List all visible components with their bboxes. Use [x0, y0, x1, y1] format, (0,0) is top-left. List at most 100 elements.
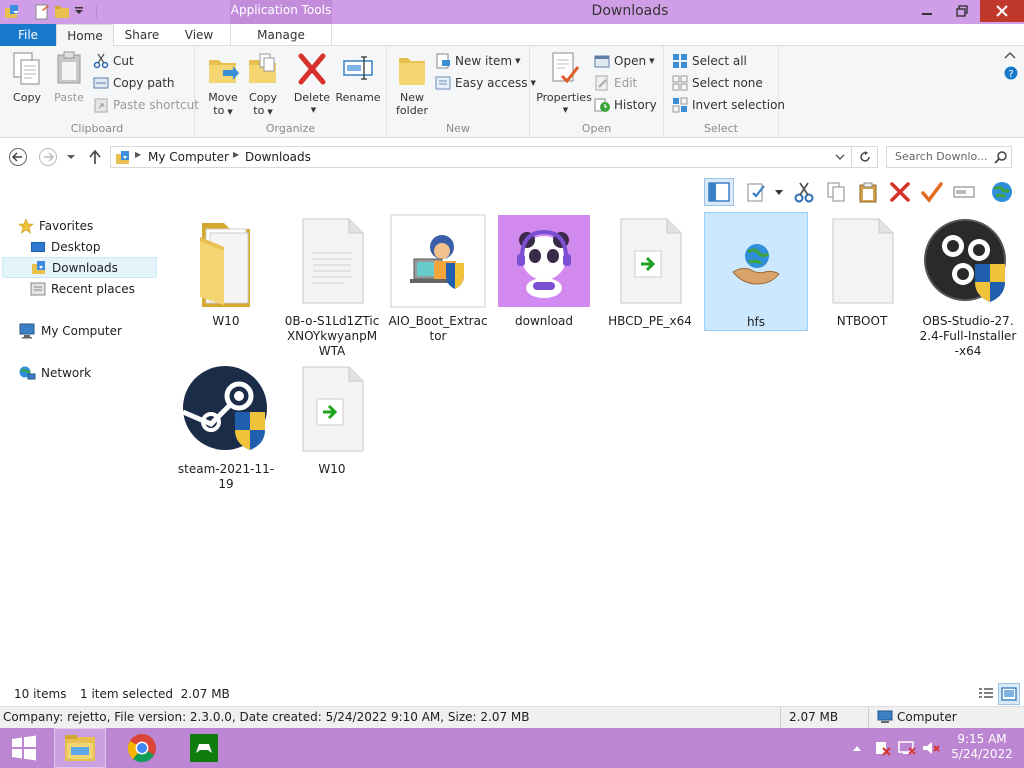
tab-share[interactable]: Share [114, 24, 170, 47]
open-group: Properties ▼ Open ▼ Edit History Open [530, 46, 664, 138]
minimize-button[interactable] [910, 0, 944, 22]
taskbar-xbox-app[interactable] [178, 728, 230, 768]
tab-file[interactable]: File [0, 24, 56, 46]
nav-my-computer[interactable]: My Computer [18, 320, 158, 341]
clock[interactable]: 9:15 AM 5/24/2022 [944, 732, 1020, 762]
nav-downloads[interactable]: Downloads [2, 257, 157, 278]
start-button[interactable] [0, 728, 48, 768]
rename-button[interactable]: Rename [335, 50, 381, 104]
refresh-button[interactable] [852, 146, 878, 168]
move-to-button[interactable]: Move to ▼ [203, 50, 243, 119]
nav-recent-places[interactable]: Recent places [30, 278, 157, 299]
file-item[interactable]: download [492, 212, 596, 329]
copy-button[interactable]: Copy [6, 50, 48, 104]
breadcrumb-my-computer[interactable]: My Computer [148, 150, 229, 164]
paste-toolbar-button[interactable] [856, 180, 880, 204]
delete-label: Delete [293, 91, 331, 104]
taskbar-file-explorer[interactable] [54, 728, 106, 768]
copy-to-button[interactable]: Copy to ▼ [243, 50, 283, 119]
file-item[interactable]: NTBOOT [810, 212, 914, 329]
delete-button[interactable]: Delete ▼ [289, 50, 335, 117]
tab-manage[interactable]: Manage [230, 24, 332, 47]
new-folder-qat-icon[interactable] [54, 4, 70, 20]
file-item[interactable]: OBS-Studio-27.2.4-Full-Installer-x64 [916, 212, 1020, 359]
action-center-icon[interactable] [874, 740, 892, 756]
file-item-selected[interactable]: hfs [704, 212, 808, 331]
edit-label: Edit [614, 76, 638, 90]
details-divider [868, 707, 869, 728]
show-hidden-icons-button[interactable] [852, 744, 862, 752]
file-size-text: 2.07 MB [789, 710, 839, 724]
properties-qat-icon[interactable] [34, 4, 50, 20]
history-button[interactable]: History [594, 95, 657, 115]
delete-toolbar-button[interactable] [888, 180, 912, 204]
rename-toolbar-button[interactable] [952, 180, 976, 204]
invert-selection-button[interactable]: Invert selection [672, 95, 785, 115]
new-folder-button[interactable]: New folder [391, 50, 433, 117]
nav-network-label: Network [41, 365, 92, 380]
copy-icon [827, 182, 845, 202]
location-text: Computer [897, 710, 957, 724]
refresh-icon [859, 151, 870, 162]
paste-shortcut-icon [94, 98, 108, 113]
select-none-button[interactable]: Select none [672, 73, 763, 93]
qat-customize-icon[interactable] [74, 6, 90, 22]
explorer-app-icon[interactable] [4, 4, 20, 20]
cut-toolbar-button[interactable] [792, 180, 816, 204]
restore-button[interactable] [945, 0, 979, 22]
breadcrumb-downloads[interactable]: Downloads [245, 150, 311, 164]
tab-home[interactable]: Home [56, 24, 114, 47]
file-item[interactable]: W10 [280, 360, 384, 477]
details-view-button[interactable] [976, 684, 996, 704]
rename-icon [953, 186, 975, 198]
edit-button[interactable]: Edit [594, 73, 637, 93]
recent-locations-button[interactable] [66, 154, 76, 160]
file-item[interactable]: steam-2021-11-19 [174, 360, 278, 492]
close-button[interactable] [980, 0, 1024, 22]
cut-button[interactable]: Cut [93, 51, 134, 71]
file-item[interactable]: AIO_Boot_Extractor [386, 212, 490, 344]
paste-shortcut-button[interactable]: Paste shortcut [93, 95, 199, 115]
address-history-dropdown[interactable] [835, 153, 845, 161]
file-item[interactable]: 0B-o-S1Ld1ZTicXNOYkwyanpMWTA [280, 212, 384, 359]
file-item[interactable]: W10 [174, 212, 278, 329]
up-button[interactable] [88, 149, 102, 165]
taskbar-chrome[interactable] [116, 728, 168, 768]
forward-arrow-icon [39, 148, 57, 166]
iso-file-icon [280, 360, 384, 458]
select-all-button[interactable]: Select all [672, 51, 747, 71]
forward-button[interactable] [38, 147, 60, 167]
breadcrumb-separator[interactable]: ▶ [135, 150, 141, 159]
item-count: 10 items [14, 687, 67, 701]
nav-network[interactable]: Network [18, 362, 158, 383]
new-item-button[interactable]: New item ▼ [435, 51, 521, 71]
search-icon[interactable] [994, 150, 1008, 164]
nav-favorites[interactable]: Favorites [18, 215, 158, 236]
preview-pane-button[interactable] [704, 178, 734, 206]
easy-access-button[interactable]: Easy access ▼ [435, 73, 536, 93]
copy-path-button[interactable]: Copy path [93, 73, 175, 93]
large-icons-view-button[interactable] [998, 683, 1020, 705]
file-item[interactable]: HBCD_PE_x64 [598, 212, 702, 329]
globe-toolbar-button[interactable] [990, 180, 1014, 204]
address-bar[interactable]: ▶ My Computer ▶ Downloads [110, 146, 852, 168]
back-button[interactable] [8, 147, 30, 167]
tab-view[interactable]: View [170, 24, 228, 47]
nav-desktop[interactable]: Desktop [30, 236, 157, 257]
network-tray-icon[interactable] [898, 740, 916, 756]
copy-label: Copy [13, 91, 41, 104]
breadcrumb-separator[interactable]: ▶ [233, 150, 239, 159]
volume-muted-icon[interactable] [922, 740, 940, 756]
properties-button[interactable]: Properties ▼ [534, 50, 594, 117]
toolbar-options-dropdown[interactable] [775, 190, 783, 196]
obs-installer-icon [916, 212, 1020, 310]
file-name: hfs [746, 315, 766, 329]
help-button[interactable]: ? [1004, 66, 1018, 80]
open-button[interactable]: Open ▼ [594, 51, 654, 71]
collapse-ribbon-button[interactable] [1004, 50, 1016, 60]
copy-toolbar-button[interactable] [824, 180, 848, 204]
back-arrow-icon [9, 148, 27, 166]
properties-toolbar-button[interactable] [744, 180, 768, 204]
check-toolbar-button[interactable] [920, 180, 944, 204]
paste-button[interactable]: Paste [48, 50, 90, 104]
